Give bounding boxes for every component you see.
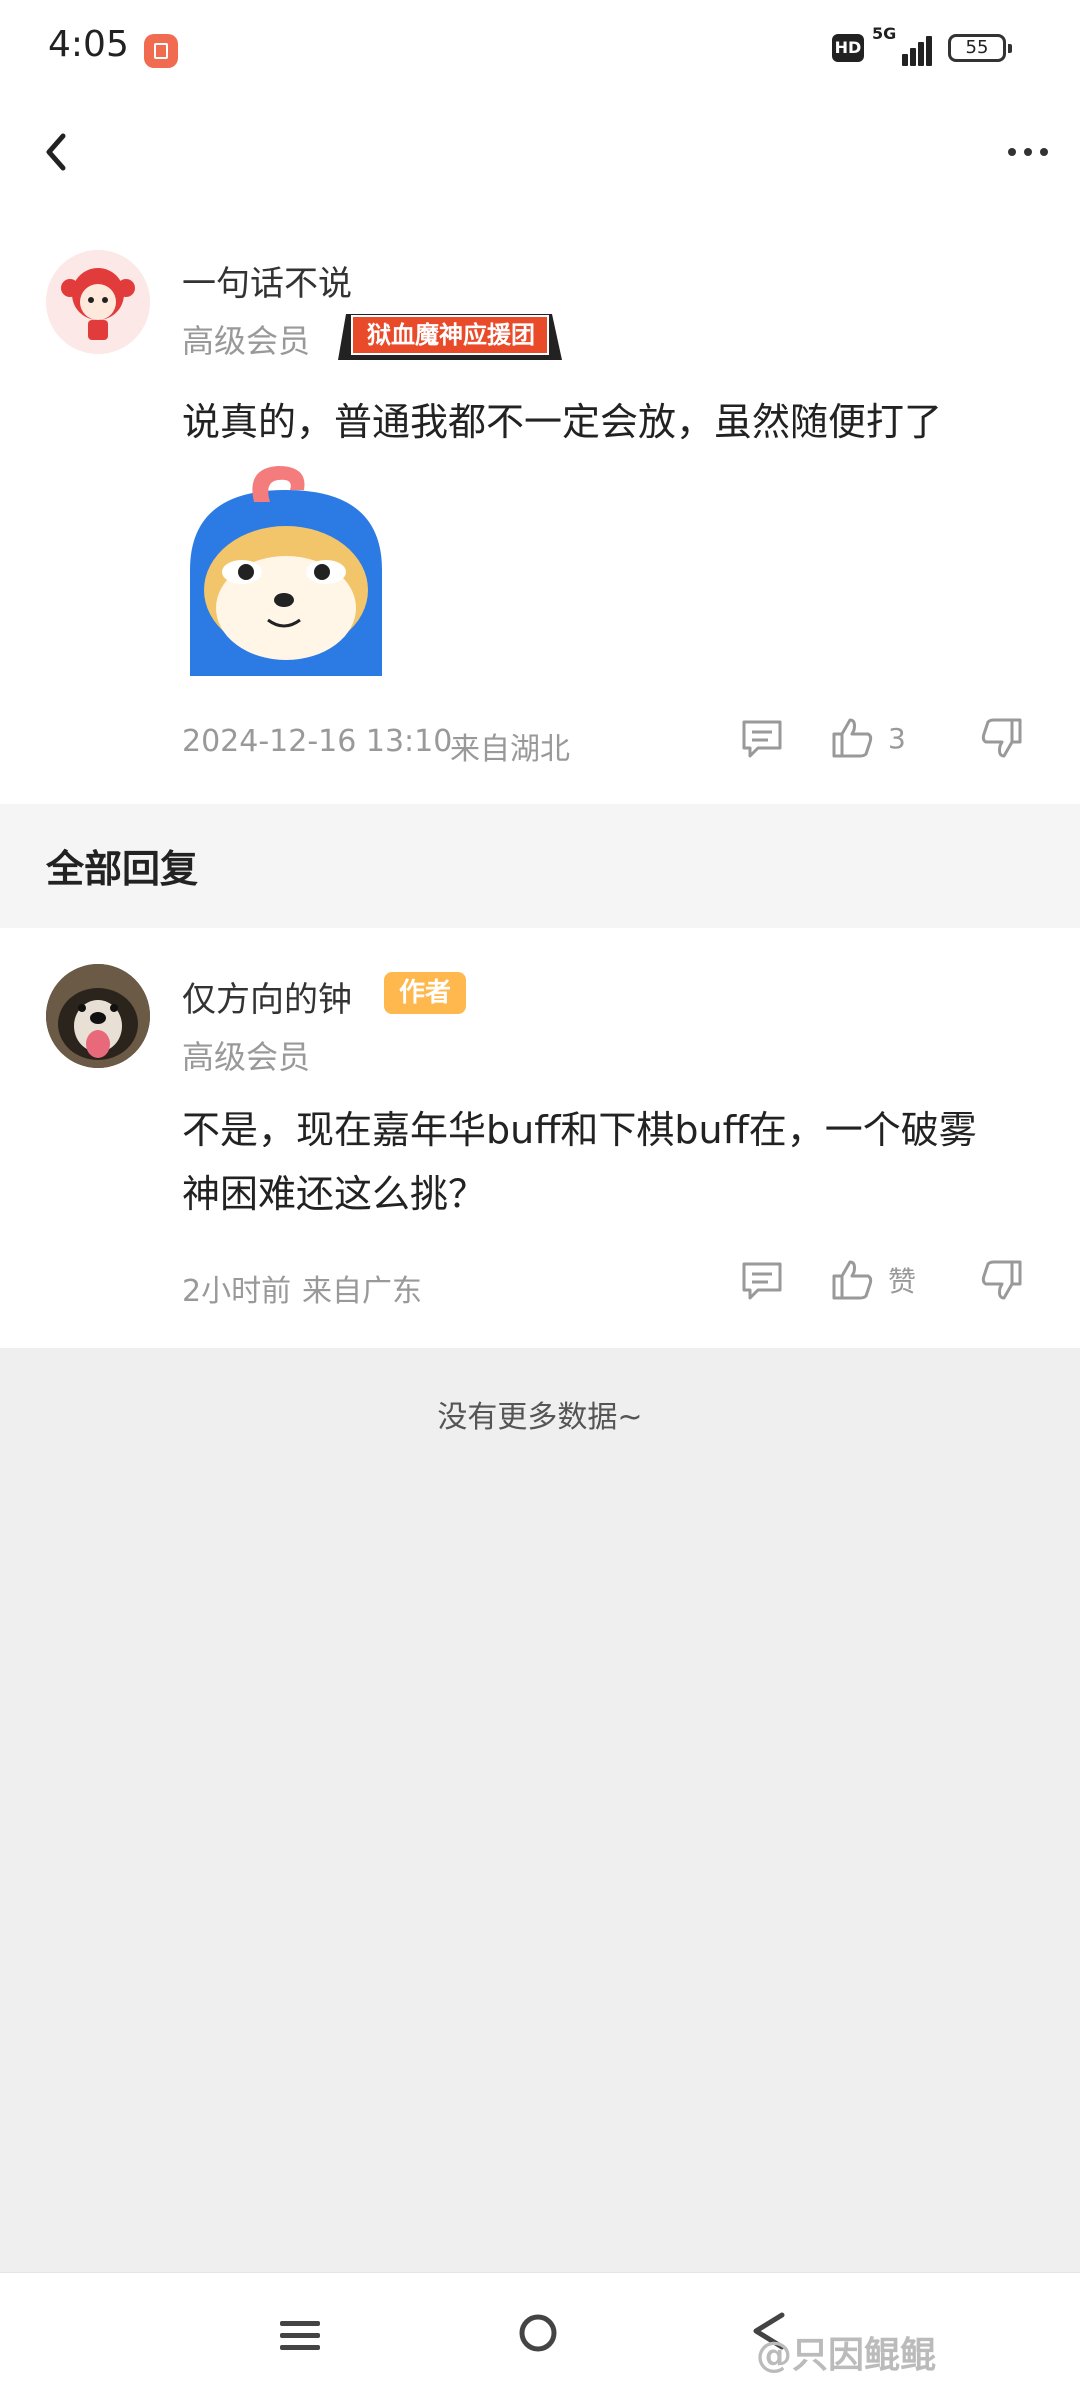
more-horizontal-icon[interactable] [992, 120, 1064, 184]
no-more-data: 没有更多数据~ [437, 1400, 643, 1435]
fan-group-badge[interactable]: 狱血魔神应援团 [338, 312, 562, 362]
like-button[interactable]: 赞 [830, 1258, 916, 1302]
reply-time: 2小时前 [182, 1274, 292, 1309]
home-circle-icon[interactable] [516, 2311, 560, 2359]
status-bar: 4:05 HD 5G 55 [0, 0, 1080, 100]
thumbs-down-icon [981, 1260, 1022, 1300]
dislike-button[interactable] [980, 716, 1024, 760]
post-timestamp: 2024-12-16 13:10 [182, 724, 453, 759]
status-time: 4:05 [48, 24, 129, 65]
like-label: 赞 [888, 1265, 917, 1298]
comment-button[interactable] [740, 1258, 784, 1302]
reply-location: 来自广东 [302, 1274, 422, 1309]
thumbs-up-icon [832, 718, 873, 758]
reply-content-line-1: 不是，现在嘉年华buff和下棋buff在，一个破雾 [182, 1108, 977, 1152]
menu-icon[interactable] [278, 2313, 322, 2361]
avatar[interactable] [46, 964, 150, 1068]
main-post: 一句话不说 高级会员 狱血魔神应援团 说真的，普通我都不一定会放，虽然随便打了 … [0, 204, 1080, 804]
signal-icon: 5G [872, 24, 936, 66]
section-title: 全部回复 [46, 847, 199, 891]
author-badge: 作者 [384, 972, 466, 1014]
reply-content-line-2: 神困难还这么挑？ [182, 1172, 487, 1216]
top-navbar [0, 100, 1080, 204]
app-notification-icon [144, 34, 178, 68]
watermark: @只因鲲鲲 [756, 2335, 937, 2376]
avatar[interactable] [46, 250, 150, 354]
replies-section-header: 全部回复 [0, 804, 1080, 928]
battery-icon: 55 [948, 34, 1012, 62]
post-content: 说真的，普通我都不一定会放，虽然随便打了 [182, 400, 943, 444]
thumbs-down-icon [981, 718, 1022, 758]
fan-badge-label: 狱血魔神应援团 [367, 321, 535, 349]
network-label: 5G [872, 24, 897, 43]
reply-item: 仅方向的钟 作者 高级会员 不是，现在嘉年华buff和下棋buff在，一个破雾 … [0, 928, 1080, 1348]
like-button[interactable]: 3 [830, 716, 906, 760]
reply-username[interactable]: 仅方向的钟 [182, 972, 352, 1021]
comment-button[interactable] [740, 716, 784, 760]
sticker-image[interactable] [180, 460, 392, 676]
dislike-button[interactable] [980, 1258, 1024, 1302]
member-level: 高级会员 [182, 1038, 311, 1076]
post-username[interactable]: 一句话不说 [182, 256, 352, 305]
member-level: 高级会员 [182, 322, 311, 360]
comment-icon [742, 720, 782, 758]
chevron-left-icon[interactable] [24, 120, 88, 184]
comment-icon [742, 1262, 782, 1300]
thumbs-up-icon [832, 1260, 873, 1300]
post-location: 来自湖北 [450, 732, 570, 767]
like-count: 3 [888, 721, 906, 755]
hd-icon: HD [832, 34, 864, 62]
